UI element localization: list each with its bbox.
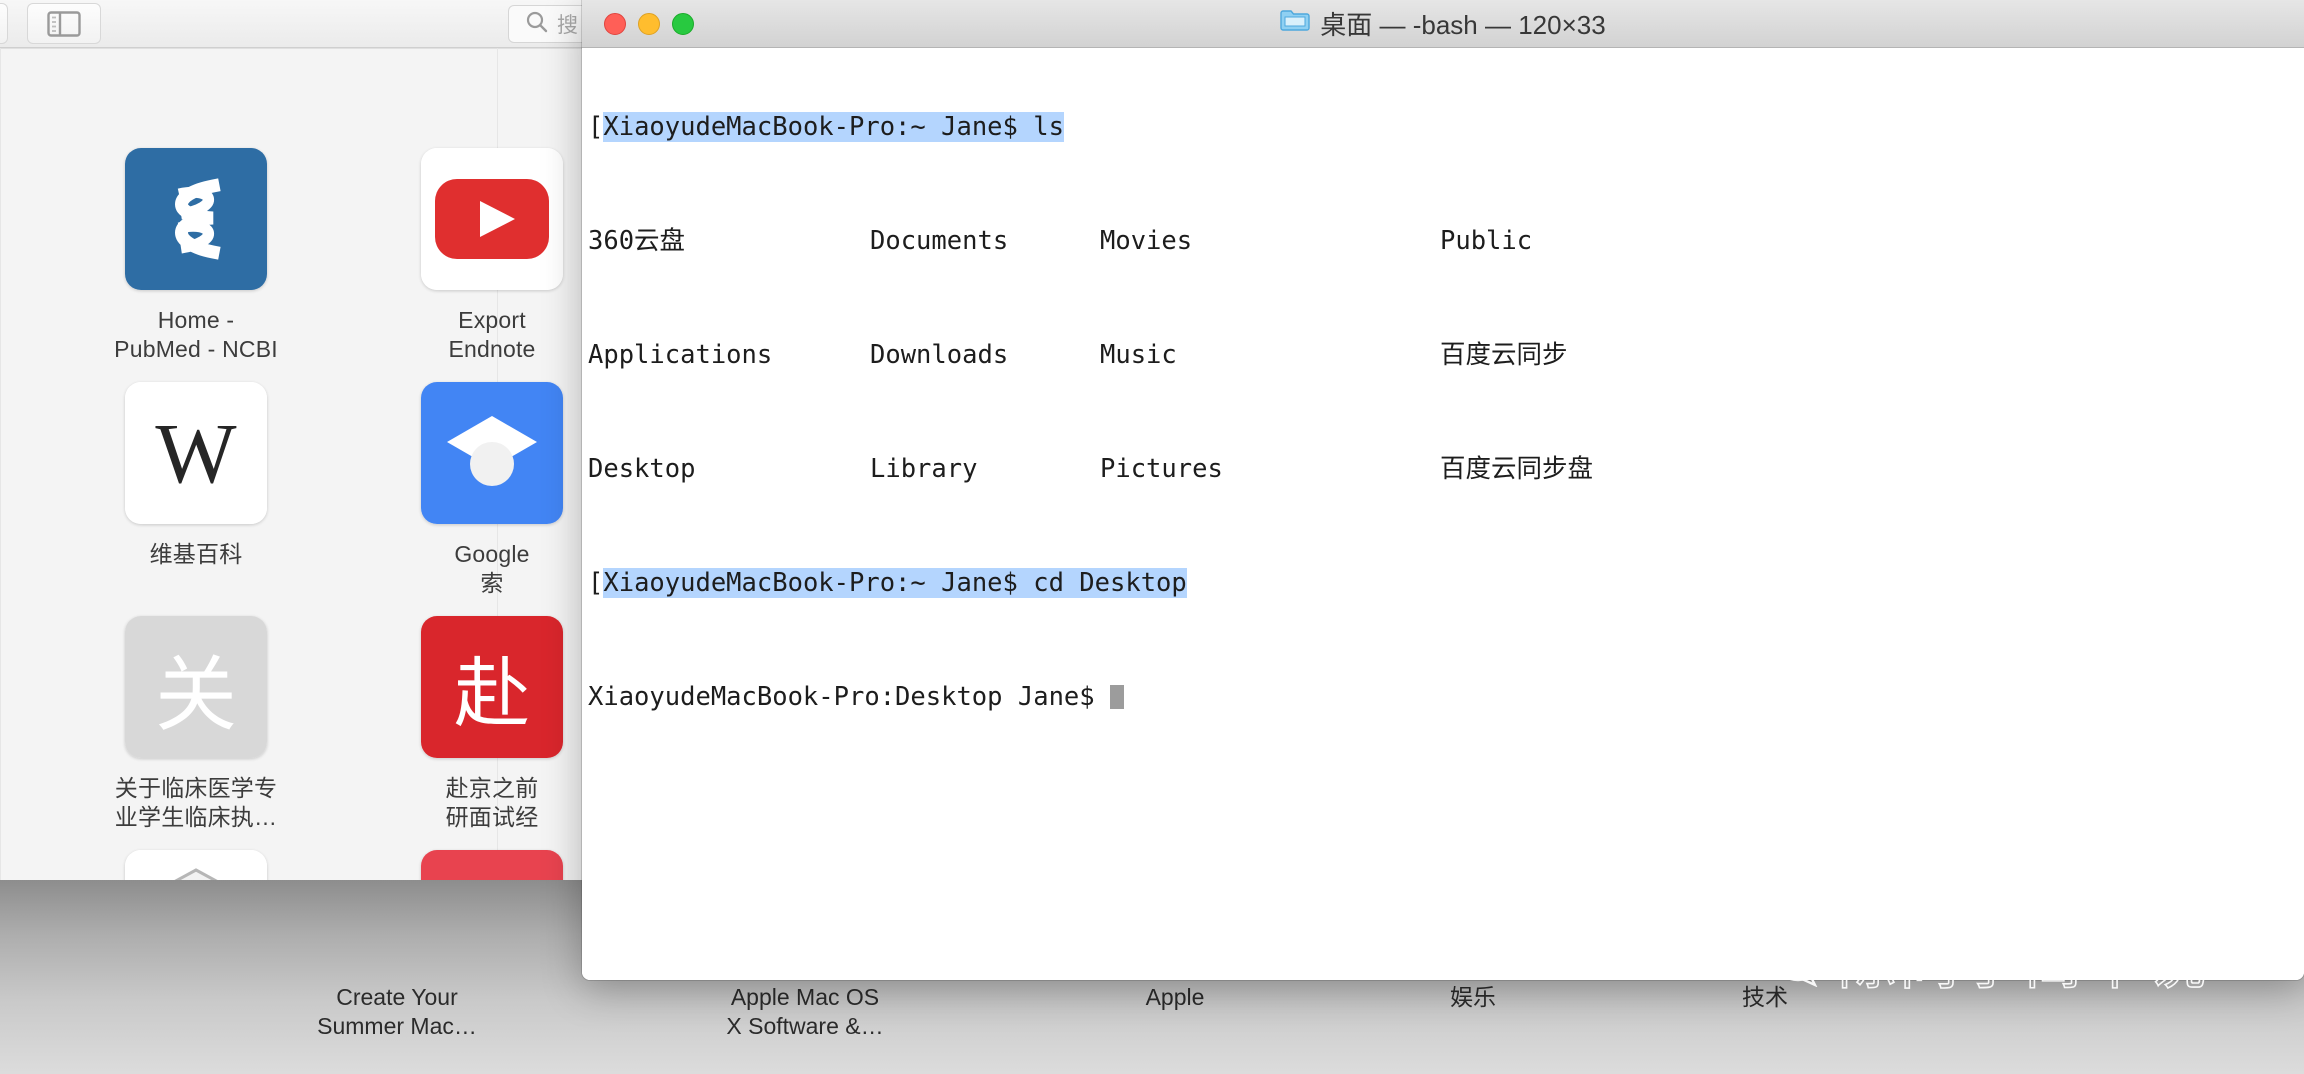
- bookmark-tile-google-scholar[interactable]: Google 索: [392, 382, 592, 598]
- tile-caption: 关于临床医学专 业学生临床执…: [114, 775, 278, 830]
- dna-helix-icon: [125, 148, 267, 290]
- terminal-titlebar[interactable]: 桌面 — -bash — 120×33: [582, 0, 2304, 48]
- ls-cell: Movies: [1100, 226, 1193, 256]
- ls-cell: Pictures: [1100, 454, 1223, 484]
- bookmark-tile-youtube-endnote[interactable]: Export Endnote: [392, 148, 592, 364]
- shelf-item-create-your-summer-mac[interactable]: Create Your Summer Mac…: [282, 965, 512, 1041]
- search-icon: [525, 10, 549, 39]
- terminal-line: [XiaoyudeMacBook-Pro:~ Jane$ cd Desktop: [588, 568, 1187, 598]
- tile-caption: 维基百科: [149, 541, 243, 567]
- terminal-prompt-line: XiaoyudeMacBook-Pro:~ Jane$ ls: [603, 112, 1064, 142]
- bookmark-tile-beijing-note[interactable]: 赴 赴京之前 研面试经: [392, 616, 592, 832]
- terminal-output[interactable]: [XiaoyudeMacBook-Pro:~ Jane$ ls 360云盘 Doc…: [582, 48, 2304, 980]
- shelf-caption: Apple Mac OS X Software &…: [726, 984, 884, 1039]
- ls-cell: Music: [1100, 340, 1177, 370]
- search-placeholder: 搜: [557, 14, 578, 37]
- shelf-caption: Create Your Summer Mac…: [317, 984, 477, 1039]
- tile-thumbnail: 赴: [421, 616, 563, 758]
- tile-thumbnail: [421, 148, 563, 290]
- terminal-scrollbar[interactable]: [2292, 98, 2302, 980]
- ls-cell: Applications: [588, 340, 773, 370]
- shelf-caption: 娱乐: [1450, 984, 1496, 1010]
- terminal-line: [XiaoyudeMacBook-Pro:~ Jane$ ls: [588, 112, 1064, 142]
- ls-cell: 百度云同步盘: [1440, 454, 1594, 484]
- terminal-title-group: 桌面 — -bash — 120×33: [582, 0, 2304, 47]
- toolbar-edge-tab[interactable]: [0, 3, 8, 44]
- tile-thumbnail: W: [125, 382, 267, 524]
- sidebar-toggle-icon: [47, 10, 81, 37]
- close-button[interactable]: [604, 12, 626, 35]
- minimize-button[interactable]: [638, 12, 660, 35]
- sidebar-toggle-button[interactable]: [27, 3, 101, 44]
- window-controls: [604, 12, 694, 35]
- shelf-caption: Apple: [1145, 984, 1205, 1010]
- ls-cell: Downloads: [870, 340, 1009, 370]
- tile-caption: Home - PubMed - NCBI: [114, 307, 278, 362]
- shelf-caption: 技术: [1742, 984, 1788, 1010]
- terminal-prompt-line: XiaoyudeMacBook-Pro:~ Jane$ cd Desktop: [603, 568, 1187, 598]
- terminal-cursor: [1109, 685, 1124, 709]
- youtube-play-icon: [421, 148, 563, 290]
- terminal-line: XiaoyudeMacBook-Pro:Desktop Jane$: [588, 683, 2304, 712]
- tile-caption: 赴京之前 研面试经: [445, 775, 539, 830]
- tile-thumbnail: [421, 382, 563, 524]
- ls-cell: Library: [870, 454, 978, 484]
- ls-cell: Desktop: [588, 454, 696, 484]
- tile-caption: Export Endnote: [448, 307, 536, 362]
- terminal-current-prompt: XiaoyudeMacBook-Pro:Desktop Jane$: [588, 682, 1110, 712]
- tile-thumbnail: [125, 148, 267, 290]
- bookmark-tile-pubmed[interactable]: Home - PubMed - NCBI: [96, 148, 296, 364]
- wikipedia-w-icon: W: [125, 382, 267, 524]
- chinese-zou-icon: 赴: [421, 616, 563, 758]
- google-scholar-icon: [421, 382, 563, 524]
- maximize-button[interactable]: [672, 12, 694, 35]
- terminal-window[interactable]: 桌面 — -bash — 120×33 [XiaoyudeMacBook-Pro…: [582, 0, 2304, 980]
- chinese-guan-icon: 关: [125, 616, 267, 758]
- bookmark-tile-wikipedia[interactable]: W 维基百科: [96, 382, 296, 569]
- terminal-title-text: 桌面 — -bash — 120×33: [1320, 10, 1606, 40]
- terminal-line: Applications Downloads Music 百度云同步: [588, 341, 2304, 370]
- screen: 搜 Home - PubMed - NCBI W 维基百科 关 关于临床医学专 …: [0, 0, 2304, 1074]
- terminal-line: 360云盘 Documents Movies Public: [588, 227, 2304, 256]
- ls-cell: 360云盘: [588, 226, 686, 256]
- terminal-line: Desktop Library Pictures 百度云同步盘: [588, 455, 2304, 484]
- tile-thumbnail: 关: [125, 616, 267, 758]
- ls-cell: 百度云同步: [1440, 340, 1568, 370]
- bookmark-tile-clinical-medicine[interactable]: 关 关于临床医学专 业学生临床执…: [96, 616, 296, 832]
- ls-cell: Public: [1440, 226, 1533, 256]
- folder-icon: [1280, 8, 1310, 39]
- ls-cell: Documents: [870, 226, 1009, 256]
- tile-caption: Google 索: [454, 541, 530, 596]
